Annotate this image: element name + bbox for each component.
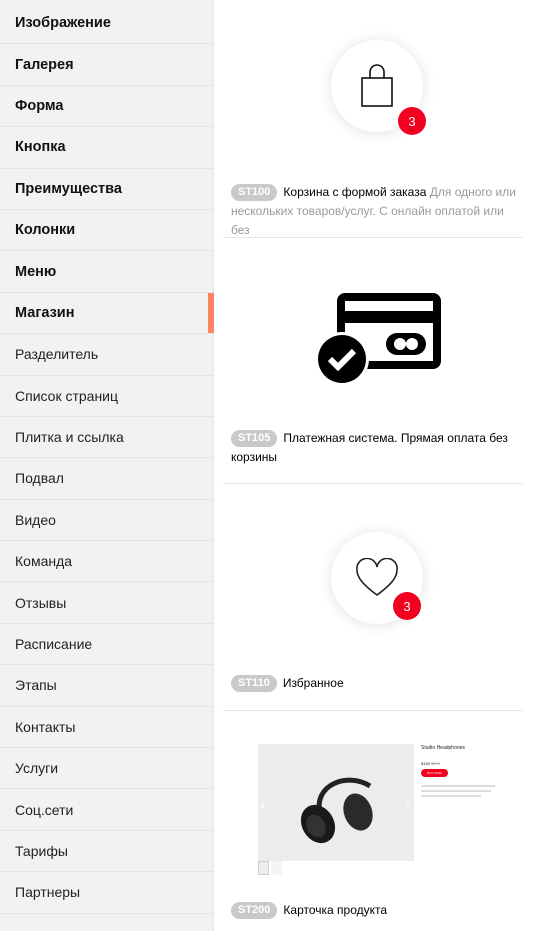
sidebar-item[interactable]: Меню bbox=[0, 251, 214, 293]
block-category-sidebar: Изображение Галерея Форма Кнопка Преимуществ… bbox=[0, 0, 214, 931]
block-code-badge: ST110 bbox=[231, 675, 277, 692]
preview-price: $159 $200 bbox=[421, 761, 440, 766]
sidebar-item[interactable]: Кнопка bbox=[0, 127, 214, 169]
block-card-st200[interactable]: Studio Headphones $159 $200 BUY NOW ST20… bbox=[223, 711, 523, 931]
sidebar-item-label: Тарифы bbox=[15, 843, 68, 859]
block-library-panel: 3 ST100 Корзина с формой заказа Для одног… bbox=[214, 0, 537, 931]
sidebar-item[interactable]: Подвал bbox=[0, 458, 214, 500]
block-title: Избранное bbox=[282, 676, 344, 690]
sidebar-item-label: Этапы bbox=[15, 677, 57, 694]
sidebar-item-label: Галерея bbox=[15, 56, 74, 73]
sidebar-item-label: Партнеры bbox=[15, 884, 81, 901]
preview-product-name: Studio Headphones bbox=[421, 745, 465, 751]
thumbnail-2[interactable] bbox=[271, 861, 282, 875]
sidebar-item-label: Соц.сети bbox=[15, 801, 74, 818]
block-title: Корзина с формой заказа bbox=[283, 185, 427, 199]
sidebar-item-label: Преимущества bbox=[15, 180, 122, 197]
sidebar-item[interactable]: Разделитель bbox=[0, 334, 214, 376]
block-card-st100[interactable]: 3 ST100 Корзина с формой заказа Для одног… bbox=[223, 0, 523, 238]
sidebar-item[interactable]: Соц.сети bbox=[0, 789, 214, 831]
sidebar-item-label: Кнопка bbox=[15, 139, 66, 156]
sidebar-item-label: Контакты bbox=[15, 718, 76, 735]
headphones-icon bbox=[260, 777, 410, 844]
sidebar-item-label: Разделитель bbox=[15, 346, 99, 363]
block-caption: ST200 Карточка продукта bbox=[231, 901, 523, 920]
block-card-st105[interactable]: ST105 Платежная система. Прямая оплата бе… bbox=[223, 238, 523, 484]
sidebar-item[interactable]: Преимущества bbox=[0, 169, 214, 210]
block-caption: ST110 Избранное bbox=[231, 674, 523, 693]
product-preview-image bbox=[258, 744, 414, 861]
shopping-bag-icon bbox=[361, 64, 393, 107]
sidebar-item[interactable]: Список страниц bbox=[0, 376, 214, 417]
favorites-counter-badge: 3 bbox=[393, 592, 421, 620]
sidebar-item[interactable]: Магазин bbox=[0, 292, 214, 335]
block-code-badge: ST100 bbox=[231, 184, 278, 201]
sidebar-item-label: Отзывы bbox=[15, 594, 67, 611]
sidebar-item-label: Магазин bbox=[15, 304, 75, 321]
sidebar-item[interactable]: Расписание bbox=[0, 624, 214, 666]
preview-text-line bbox=[421, 785, 495, 787]
sidebar-item[interactable]: Партнеры bbox=[0, 872, 214, 914]
sidebar-item[interactable]: Услуги bbox=[0, 748, 214, 790]
sidebar-item[interactable]: Изображение bbox=[0, 3, 214, 45]
thumbnail-1[interactable] bbox=[258, 861, 269, 875]
block-caption: ST105 Платежная система. Прямая оплата бе… bbox=[231, 429, 523, 467]
sidebar-item[interactable]: Контакты bbox=[0, 707, 214, 749]
payment-card-check-icon bbox=[315, 293, 441, 386]
sidebar-item-label: Команда bbox=[15, 553, 73, 570]
heart-icon bbox=[356, 558, 398, 596]
preview-text-line bbox=[421, 790, 491, 792]
block-caption: ST100 Корзина с формой заказа Для одного … bbox=[231, 183, 523, 240]
cart-counter-badge: 3 bbox=[398, 107, 426, 135]
sidebar-item[interactable]: Этапы bbox=[0, 665, 214, 707]
preview-text-line bbox=[421, 795, 481, 797]
sidebar-item[interactable]: Команда bbox=[0, 541, 214, 583]
sidebar-item[interactable]: Видео bbox=[0, 500, 214, 542]
sidebar-item-label: Список страниц bbox=[15, 387, 119, 404]
sidebar-item-label: Изображение bbox=[15, 15, 111, 32]
sidebar-item[interactable]: Тарифы bbox=[0, 831, 214, 873]
sidebar-item[interactable]: Форма bbox=[0, 86, 214, 128]
sidebar-item[interactable]: Отзывы bbox=[0, 582, 214, 624]
sidebar-item-label: Меню bbox=[15, 263, 57, 280]
sidebar-item-label: Колонки bbox=[15, 222, 76, 239]
category-list: Изображение Галерея Форма Кнопка Преимуществ… bbox=[0, 3, 214, 914]
sidebar-item-label: Форма bbox=[15, 97, 64, 114]
sidebar-item[interactable]: Плитка и ссылка bbox=[0, 417, 214, 459]
block-card-st110[interactable]: 3 ST110 Избранное bbox=[223, 484, 523, 711]
sidebar-item-label: Плитка и ссылка bbox=[15, 429, 124, 446]
sidebar-item-label: Видео bbox=[15, 511, 56, 528]
sidebar-item-label: Подвал bbox=[15, 470, 64, 487]
block-code-badge: ST200 bbox=[231, 902, 278, 919]
sidebar-item-label: Расписание bbox=[15, 636, 93, 653]
block-title: Карточка продукта bbox=[283, 903, 388, 917]
sidebar-item-label: Услуги bbox=[15, 760, 59, 777]
preview-buy-button: BUY NOW bbox=[421, 769, 448, 777]
sidebar-item[interactable]: Галерея bbox=[0, 44, 214, 86]
block-code-badge: ST105 bbox=[231, 430, 278, 447]
sidebar-item[interactable]: Колонки bbox=[0, 210, 214, 252]
